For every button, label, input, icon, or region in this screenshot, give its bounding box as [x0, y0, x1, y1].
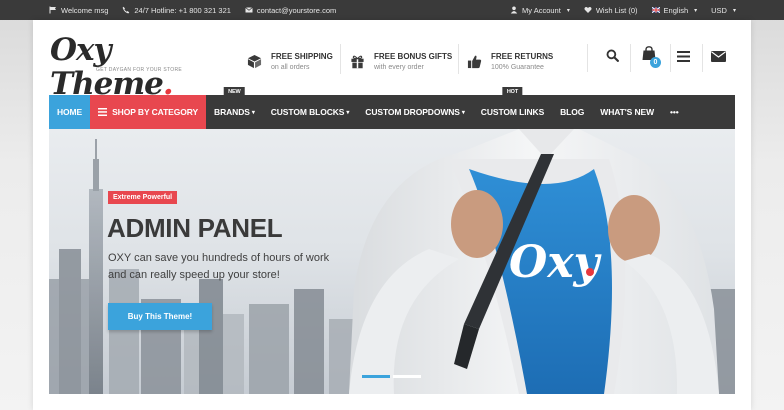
- store-logo[interactable]: Oxy Theme. GET DAYGAN FOR YOUR STORE: [50, 33, 220, 101]
- heart-icon: [584, 6, 592, 14]
- uk-flag-icon: [651, 6, 660, 14]
- welcome-message: Welcome msg: [49, 6, 108, 15]
- envelope-icon: [245, 6, 253, 14]
- hero-man-illustration: Oxy: [349, 129, 719, 394]
- thumbs-up-icon: [465, 52, 483, 70]
- logo-tagline: GET DAYGAN FOR YOUR STORE: [96, 67, 183, 73]
- slider-dot-1[interactable]: [362, 375, 390, 378]
- page-container: Oxy Theme. GET DAYGAN FOR YOUR STORE FRE…: [33, 20, 751, 410]
- search-button[interactable]: [597, 44, 627, 72]
- buy-theme-button[interactable]: Buy This Theme!: [108, 303, 212, 330]
- wishlist-link[interactable]: Wish List (0): [584, 6, 638, 15]
- hero-title: ADMIN PANEL: [107, 213, 283, 243]
- contact-email-link[interactable]: contact@yourstore.com: [245, 6, 336, 15]
- my-account-dropdown[interactable]: My Account ▾: [510, 6, 570, 15]
- envelope-icon: [710, 49, 726, 67]
- user-icon: [510, 6, 518, 14]
- feature-free-shipping: FREE SHIPPING on all orders: [245, 47, 333, 75]
- chevron-down-icon: ▾: [566, 7, 570, 14]
- currency-dropdown[interactable]: USD ▾: [711, 6, 736, 15]
- more-dots-icon: •••: [670, 107, 679, 117]
- chevron-down-icon: ▾: [251, 109, 255, 116]
- nav-home[interactable]: HOME: [49, 95, 91, 129]
- gift-icon: [348, 52, 366, 70]
- nav-custom-links[interactable]: HOT CUSTOM LINKS: [473, 87, 552, 129]
- nav-blog[interactable]: BLOG: [552, 95, 592, 129]
- nav-custom-dropdowns[interactable]: CUSTOM DROPDOWNS ▾: [357, 95, 473, 129]
- divider: [630, 44, 631, 72]
- search-icon: [606, 49, 619, 67]
- nav-shop-by-category[interactable]: SHOP BY CATEGORY: [90, 95, 207, 129]
- new-badge: NEW: [224, 87, 245, 100]
- chevron-down-icon: ▾: [732, 7, 736, 14]
- chevron-down-icon: ▾: [346, 109, 350, 116]
- slider-dot-2[interactable]: [393, 375, 421, 378]
- menu-button[interactable]: [668, 44, 698, 72]
- chevron-down-icon: ▾: [694, 7, 698, 14]
- nav-brands[interactable]: NEW BRANDS ▾: [206, 87, 263, 129]
- language-dropdown[interactable]: English ▾: [651, 6, 698, 15]
- hero-description: OXY can save you hundreds of hours of wo…: [108, 252, 330, 281]
- hot-badge: HOT: [502, 87, 523, 100]
- nav-custom-blocks[interactable]: CUSTOM BLOCKS ▾: [263, 95, 358, 129]
- box-icon: [245, 52, 263, 70]
- hero-badge: Extreme Powerful: [108, 191, 178, 204]
- chevron-down-icon: ▾: [461, 109, 465, 116]
- feature-free-returns: FREE RETURNS 100% Guarantee: [465, 47, 553, 75]
- divider: [340, 44, 341, 74]
- phone-icon: [122, 6, 130, 14]
- main-navigation: HOME SHOP BY CATEGORY NEW BRANDS ▾ CUSTOM…: [49, 87, 735, 129]
- divider: [458, 44, 459, 74]
- hamburger-icon: [676, 49, 690, 67]
- cart-count-badge: 0: [650, 57, 661, 68]
- nav-more-button[interactable]: •••: [662, 95, 687, 129]
- hamburger-icon: [98, 108, 108, 116]
- top-bar: Welcome msg 24/7 Hotline: +1 800 321 321…: [0, 0, 784, 20]
- flag-icon: [49, 6, 57, 14]
- cart-button[interactable]: 0: [634, 44, 664, 72]
- hotline: 24/7 Hotline: +1 800 321 321: [122, 6, 231, 15]
- shirt-logo: Oxy: [509, 237, 603, 288]
- hero-slider: Oxy Extreme Powerful ADMIN PANEL OXY can…: [49, 129, 735, 394]
- contact-button[interactable]: [703, 44, 733, 72]
- slider-pagination: [362, 375, 421, 378]
- divider: [587, 44, 588, 72]
- feature-free-bonus-gifts: FREE BONUS GIFTS with every order: [348, 47, 452, 75]
- nav-whats-new[interactable]: WHAT'S NEW: [592, 95, 662, 129]
